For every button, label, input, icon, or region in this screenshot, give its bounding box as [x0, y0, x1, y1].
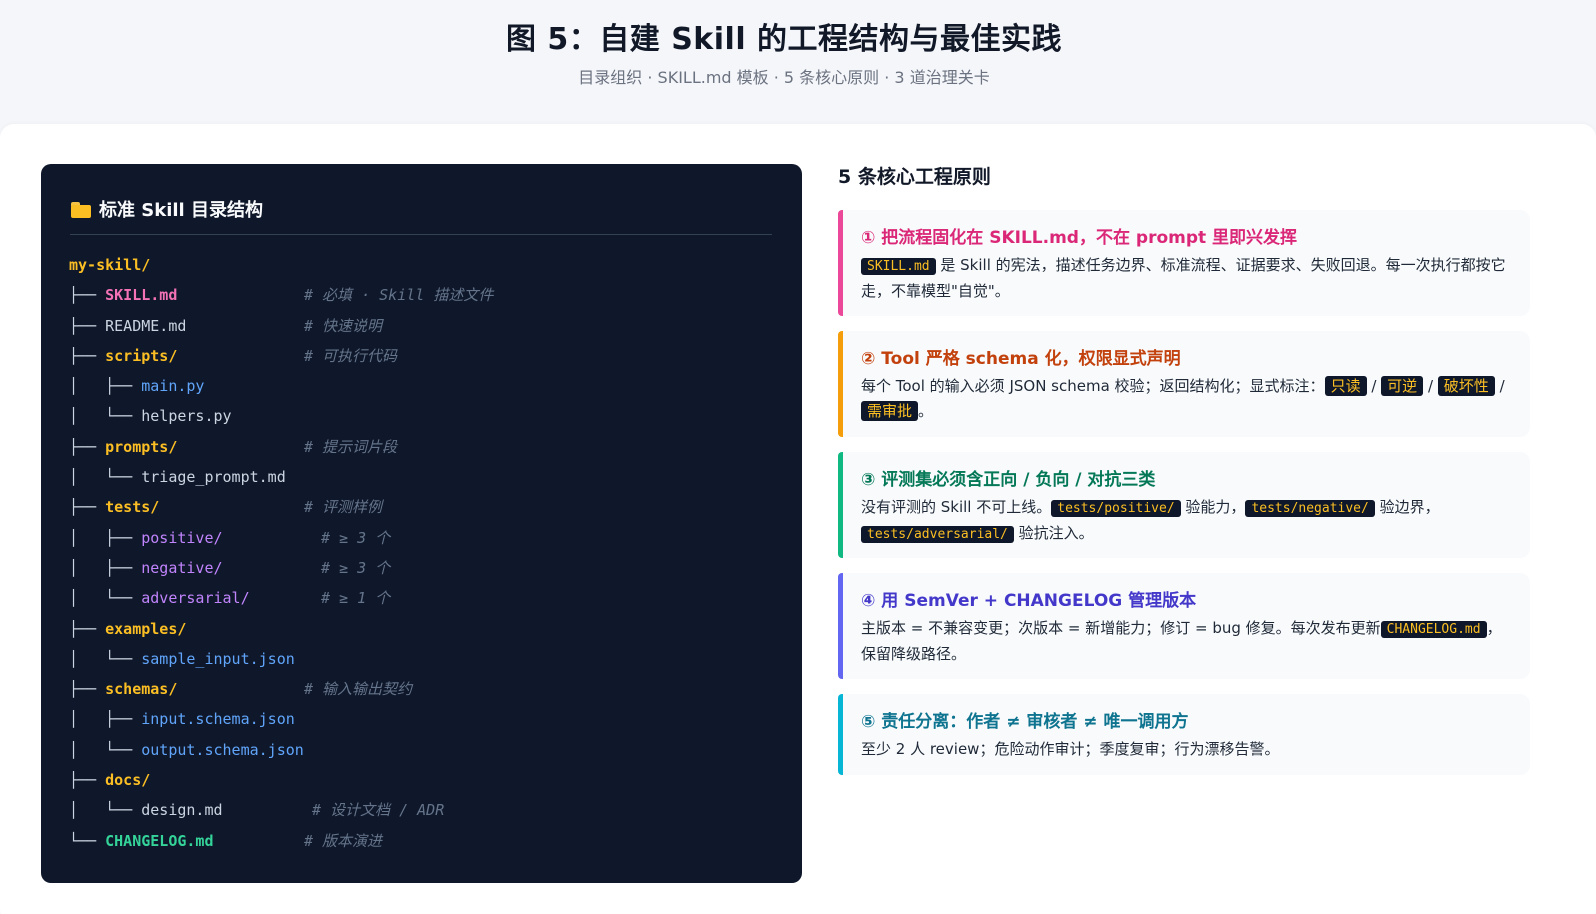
inline-code: tests/negative/	[1245, 500, 1375, 517]
principle-title: ② Tool 严格 schema 化，权限显式声明	[861, 349, 1181, 369]
tree-row: │ ├── main.py	[69, 377, 205, 396]
permission-tag: 需审批	[861, 401, 919, 421]
page-header: 图 5：自建 Skill 的工程结构与最佳实践 目录组织 · SKILL.md …	[0, 0, 1596, 124]
tree-row: ├── examples/	[69, 619, 187, 638]
tree-comment: # 评测样例	[304, 498, 383, 517]
principle-body: 主版本 = 不兼容变更；次版本 = 新增能力；修订 = bug 修复。每次发布更…	[861, 619, 1502, 663]
tree-row: ├── docs/	[69, 771, 151, 790]
tree-row: ├── SKILL.md # 必填 · Skill 描述文件	[69, 280, 769, 310]
divider	[70, 234, 772, 235]
tree-row: ├── scripts/# 可执行代码	[69, 341, 769, 371]
tree-row: ├── schemas/# 输入输出契约	[69, 674, 769, 704]
permission-tag: 可逆	[1381, 376, 1424, 396]
tree-header: 标准 Skill 目录结构	[71, 194, 263, 224]
page-subtitle: 目录组织 · SKILL.md 模板 · 5 条核心原则 · 3 道治理关卡	[578, 68, 990, 87]
tree-comment: # ≥ 3 个	[321, 558, 391, 577]
tree-comment: # 快速说明	[304, 316, 383, 335]
tree-node-name: triage_prompt.md	[141, 468, 286, 487]
principle-title: ③ 评测集必须含正向 / 负向 / 对抗三类	[861, 470, 1156, 490]
directory-tree-panel: 标准 Skill 目录结构 my-skill/ ├── SKILL.md # 必填…	[41, 164, 802, 883]
tree-row: │ └── adversarial/# ≥ 1 个	[69, 583, 769, 613]
tree-node-name: input.schema.json	[141, 710, 295, 729]
tree-node-name: tests/	[105, 498, 160, 517]
tree-node-name: adversarial/	[141, 589, 250, 608]
principle-card-1: ① 把流程固化在 SKILL.md，不在 prompt 里即兴发挥 SKILL.…	[838, 210, 1530, 316]
tree-node-name: scripts/	[105, 346, 178, 365]
tree-comment: # ≥ 1 个	[321, 589, 391, 608]
tree-comment: # 可执行代码	[304, 346, 398, 365]
tree-node-name: README.md	[105, 316, 187, 335]
tree-node-name: prompts/	[105, 437, 178, 456]
tree-node-name: helpers.py	[141, 407, 232, 426]
tree-node-name: CHANGELOG.md	[105, 831, 214, 850]
principle-body: SKILL.md 是 Skill 的宪法，描述任务边界、标准流程、证据要求、失败…	[861, 256, 1506, 300]
tree-row: │ ├── negative/# ≥ 3 个	[69, 553, 769, 583]
tree-comment: # ≥ 3 个	[321, 528, 391, 547]
folder-icon	[71, 201, 91, 218]
tree-comment: # 版本演进	[304, 831, 383, 850]
principle-title: ① 把流程固化在 SKILL.md，不在 prompt 里即兴发挥	[861, 228, 1298, 248]
tree-row: │ └── helpers.py	[69, 407, 232, 426]
principle-card-4: ④ 用 SemVer + CHANGELOG 管理版本 主版本 = 不兼容变更；…	[838, 573, 1530, 679]
tree-title: 标准 Skill 目录结构	[99, 200, 263, 221]
permission-tag: 只读	[1324, 376, 1367, 396]
tree-row: │ ├── positive/# ≥ 3 个	[69, 523, 769, 553]
tree-node-name: output.schema.json	[141, 740, 304, 759]
tree-node-name: negative/	[141, 558, 223, 577]
principle-card-2: ② Tool 严格 schema 化，权限显式声明 每个 Tool 的输入必须 …	[838, 331, 1530, 437]
tree-row: │ └── triage_prompt.md	[69, 468, 286, 487]
principle-title: ④ 用 SemVer + CHANGELOG 管理版本	[861, 591, 1197, 611]
principle-card-5: ⑤ 责任分离：作者 ≠ 审核者 ≠ 唯一调用方 至少 2 人 review；危险…	[838, 694, 1530, 775]
tree-node-name: main.py	[141, 377, 205, 396]
tree-node-name: docs/	[105, 771, 151, 790]
tree-row: │ └── design.md # 设计文档 / ADR	[69, 795, 769, 825]
inline-code: CHANGELOG.md	[1380, 621, 1487, 638]
tree-node-name: design.md	[141, 801, 223, 820]
principle-body: 每个 Tool 的输入必须 JSON schema 校验；返回结构化；显式标注：…	[861, 376, 1505, 421]
directory-tree: my-skill/ ├── SKILL.md # 必填 · Skill 描述文件 …	[69, 250, 769, 856]
tree-row: │ └── output.schema.json	[69, 740, 304, 759]
tree-node-name: my-skill/	[69, 256, 151, 274]
tree-comment: # 输入输出契约	[304, 680, 413, 699]
tree-node-name: SKILL.md	[105, 286, 178, 305]
principle-body: 至少 2 人 review；危险动作审计；季度复审；行为漂移告警。	[861, 740, 1280, 758]
tree-node-name: schemas/	[105, 680, 178, 699]
principles-panel: 5 条核心工程原则 ① 把流程固化在 SKILL.md，不在 prompt 里即…	[838, 160, 1530, 775]
inline-code: SKILL.md	[861, 258, 936, 275]
tree-node-name: positive/	[141, 528, 223, 547]
tree-row: ├── README.md # 快速说明	[69, 311, 769, 341]
tree-comment: # 设计文档 / ADR	[312, 801, 445, 820]
tree-row: │ ├── input.schema.json	[69, 710, 295, 729]
tree-row: └── CHANGELOG.md # 版本演进	[69, 826, 769, 856]
tree-node-name: sample_input.json	[141, 649, 295, 668]
permission-tag: 破坏性	[1437, 376, 1495, 396]
inline-code: tests/positive/	[1051, 500, 1181, 517]
page-title: 图 5：自建 Skill 的工程结构与最佳实践	[505, 22, 1063, 57]
principle-title: ⑤ 责任分离：作者 ≠ 审核者 ≠ 唯一调用方	[861, 712, 1189, 732]
inline-code: tests/adversarial/	[861, 526, 1014, 543]
tree-comment: # 提示词片段	[304, 437, 398, 456]
tree-row: │ └── sample_input.json	[69, 649, 295, 668]
principles-section-title: 5 条核心工程原则	[838, 166, 991, 188]
tree-row: ├── prompts/# 提示词片段	[69, 432, 769, 462]
tree-row: ├── tests/# 评测样例	[69, 492, 769, 522]
tree-comment: # 必填 · Skill 描述文件	[304, 286, 494, 305]
principle-card-3: ③ 评测集必须含正向 / 负向 / 对抗三类 没有评测的 Skill 不可上线。…	[838, 452, 1530, 558]
tree-node-name: examples/	[105, 619, 187, 638]
tree-row: my-skill/	[69, 250, 769, 280]
principle-body: 没有评测的 Skill 不可上线。 tests/positive/ 验能力， tes…	[861, 498, 1440, 543]
